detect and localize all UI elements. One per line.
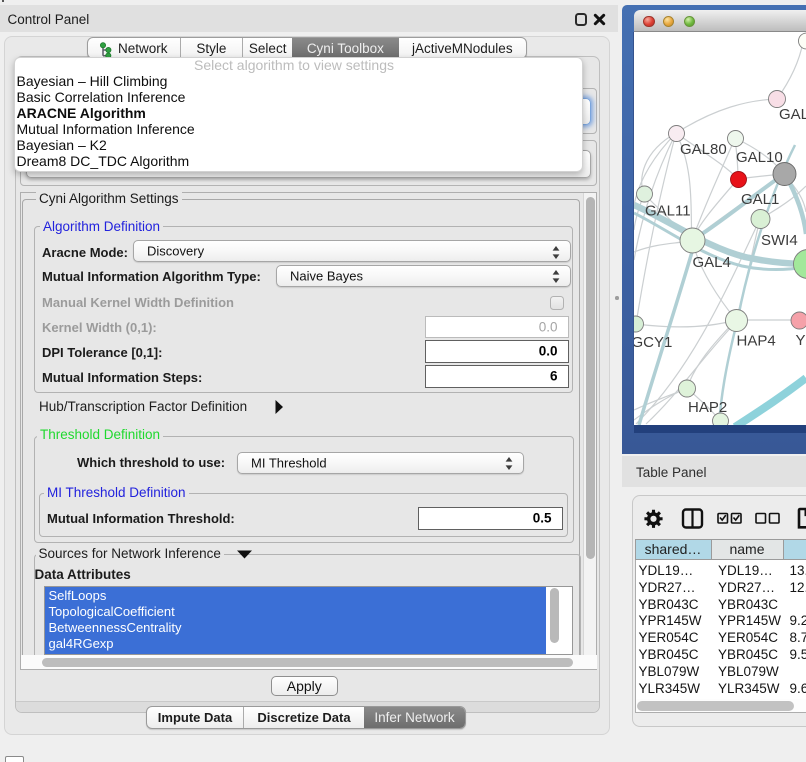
svg-text:HAP2: HAP2 [688, 399, 727, 416]
svg-text:GAL1: GAL1 [741, 191, 779, 208]
svg-text:GAL7: GAL7 [779, 106, 806, 123]
svg-text:HAP4: HAP4 [737, 333, 776, 350]
svg-text:GCY1: GCY1 [634, 334, 672, 351]
svg-text:GAL80: GAL80 [680, 141, 727, 158]
svg-text:GAL4: GAL4 [693, 254, 731, 271]
svg-text:SWI4: SWI4 [761, 232, 798, 249]
svg-text:YM: YM [796, 332, 806, 349]
svg-text:GAL10: GAL10 [736, 149, 783, 166]
svg-text:GAL11: GAL11 [645, 203, 691, 220]
